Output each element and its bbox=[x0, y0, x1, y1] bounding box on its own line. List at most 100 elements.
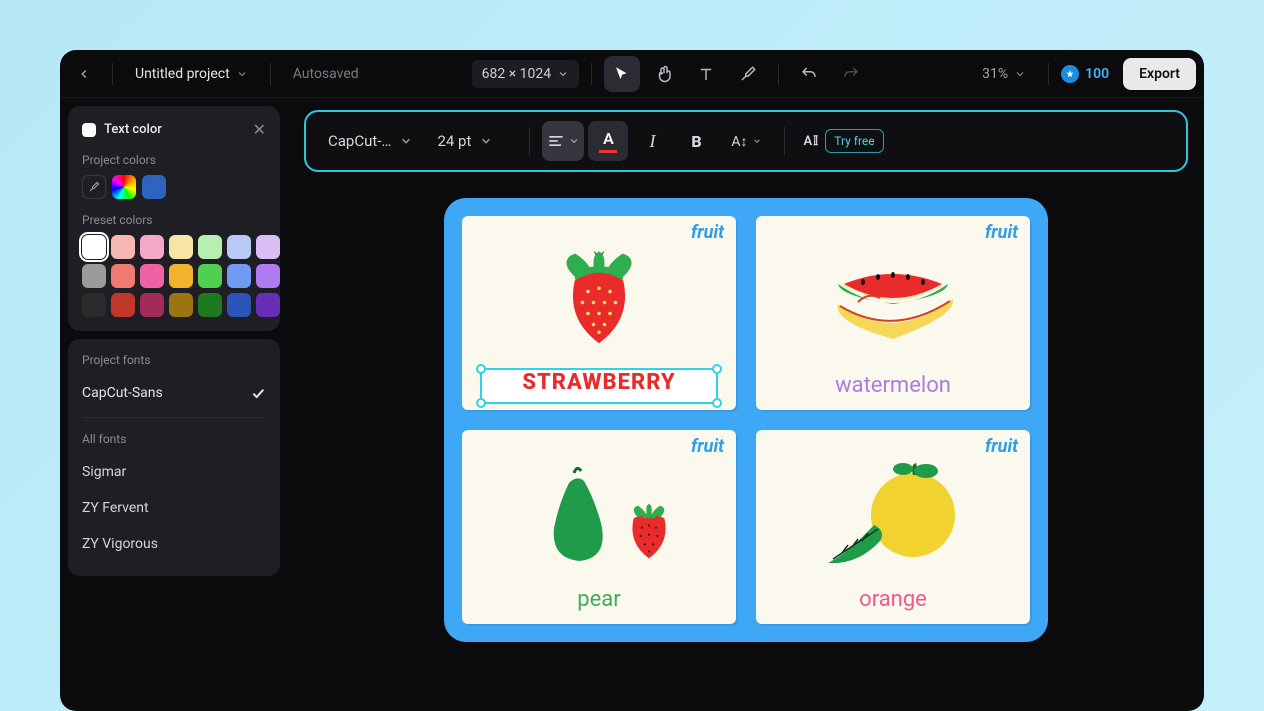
color-swatch[interactable] bbox=[227, 264, 251, 288]
color-swatch[interactable] bbox=[82, 293, 106, 317]
card-strawberry[interactable]: fruit bbox=[462, 216, 736, 410]
color-swatch[interactable] bbox=[111, 293, 135, 317]
close-icon[interactable]: ✕ bbox=[253, 120, 266, 139]
fonts-panel: Project fonts CapCut-Sans All fonts Sigm… bbox=[68, 339, 280, 576]
dimensions-dropdown[interactable]: 682 × 1024 bbox=[472, 60, 580, 88]
text-tool[interactable] bbox=[688, 56, 724, 92]
chevron-down-icon bbox=[399, 134, 413, 148]
project-fonts-label: Project fonts bbox=[82, 353, 266, 367]
separator bbox=[1048, 63, 1049, 85]
font-item[interactable]: ZY Fervent bbox=[82, 490, 266, 526]
watermelon-image bbox=[764, 224, 1022, 373]
font-size-dropdown[interactable]: 24 pt bbox=[427, 126, 517, 156]
redo-button[interactable] bbox=[833, 56, 869, 92]
color-swatch[interactable] bbox=[169, 264, 193, 288]
eyedropper-button[interactable] bbox=[82, 175, 106, 199]
text-toolbar: CapCut-… 24 pt A I bbox=[304, 110, 1188, 172]
color-swatch[interactable] bbox=[256, 264, 280, 288]
color-swatch[interactable] bbox=[198, 264, 222, 288]
eyedropper-tool[interactable] bbox=[730, 56, 766, 92]
project-color-blue[interactable] bbox=[142, 175, 166, 199]
color-swatch[interactable] bbox=[198, 235, 222, 259]
pear-text[interactable]: pear bbox=[470, 587, 728, 616]
color-bar bbox=[599, 150, 617, 153]
color-swatch[interactable] bbox=[82, 264, 106, 288]
resize-handle[interactable] bbox=[712, 398, 722, 408]
text-color-icon bbox=[82, 123, 96, 137]
font-item[interactable]: ZY Vigorous bbox=[82, 526, 266, 562]
chevron-down-icon bbox=[1014, 68, 1026, 80]
separator bbox=[112, 63, 113, 85]
artboard[interactable]: fruit bbox=[444, 198, 1048, 642]
color-swatch[interactable] bbox=[140, 293, 164, 317]
ai-button[interactable]: A𝕀 Try free bbox=[797, 121, 889, 161]
color-swatch[interactable] bbox=[169, 293, 193, 317]
card-pear[interactable]: fruit pear bbox=[462, 430, 736, 624]
preset-colors-label: Preset colors bbox=[82, 213, 266, 227]
orange-text[interactable]: orange bbox=[764, 587, 1022, 616]
undo-button[interactable] bbox=[791, 56, 827, 92]
fruit-tag: fruit bbox=[985, 436, 1018, 457]
watermelon-text[interactable]: watermelon bbox=[764, 373, 1022, 402]
selected-font-name: CapCut-Sans bbox=[82, 385, 163, 401]
align-dropdown[interactable] bbox=[542, 121, 584, 161]
color-swatch[interactable] bbox=[198, 293, 222, 317]
zoom-value: 31% bbox=[982, 66, 1008, 82]
color-swatch[interactable] bbox=[256, 293, 280, 317]
autosaved-label: Autosaved bbox=[283, 60, 369, 88]
ai-icon: A𝕀 bbox=[803, 134, 819, 149]
bold-button[interactable]: B bbox=[676, 121, 716, 161]
rainbow-picker[interactable] bbox=[112, 175, 136, 199]
canvas-area: CapCut-… 24 pt A I bbox=[288, 98, 1204, 711]
fruit-tag: fruit bbox=[691, 222, 724, 243]
pear-image bbox=[470, 438, 728, 587]
card-watermelon[interactable]: fruit watermelon bbox=[756, 216, 1030, 410]
card-orange[interactable]: fruit orange bbox=[756, 430, 1030, 624]
color-swatch[interactable] bbox=[227, 235, 251, 259]
credit-icon bbox=[1061, 65, 1079, 83]
color-swatch[interactable] bbox=[227, 293, 251, 317]
cursor-tool[interactable] bbox=[604, 56, 640, 92]
project-colors-label: Project colors bbox=[82, 153, 266, 167]
separator bbox=[591, 63, 592, 85]
text-case-dropdown[interactable]: A↕ bbox=[720, 121, 772, 161]
credits-value: 100 bbox=[1085, 66, 1109, 82]
dimensions-value: 682 × 1024 bbox=[482, 66, 552, 82]
fruit-tag: fruit bbox=[691, 436, 724, 457]
align-left-icon bbox=[546, 131, 566, 151]
color-swatch[interactable] bbox=[82, 235, 106, 259]
resize-handle[interactable] bbox=[476, 398, 486, 408]
color-swatch[interactable] bbox=[140, 264, 164, 288]
color-swatch[interactable] bbox=[169, 235, 193, 259]
selected-font-row[interactable]: CapCut-Sans bbox=[82, 375, 266, 411]
hand-tool[interactable] bbox=[646, 56, 682, 92]
color-swatch[interactable] bbox=[140, 235, 164, 259]
export-button[interactable]: Export bbox=[1123, 58, 1196, 90]
strawberry-text[interactable]: STRAWBERRY bbox=[470, 370, 728, 399]
separator bbox=[529, 127, 530, 155]
try-free-badge: Try free bbox=[825, 129, 883, 153]
body: Text color ✕ Project colors Preset color… bbox=[60, 98, 1204, 711]
italic-button[interactable]: I bbox=[632, 121, 672, 161]
color-swatch[interactable] bbox=[111, 235, 135, 259]
color-swatch[interactable] bbox=[256, 235, 280, 259]
preset-swatch-grid bbox=[82, 235, 266, 317]
back-button[interactable] bbox=[68, 58, 100, 90]
project-title-dropdown[interactable]: Untitled project bbox=[125, 60, 258, 88]
text-case-icon: A↕ bbox=[731, 133, 747, 150]
font-list: SigmarZY FerventZY Vigorous bbox=[82, 454, 266, 562]
all-fonts-label: All fonts bbox=[82, 432, 266, 446]
topbar: Untitled project Autosaved 682 × 1024 bbox=[60, 50, 1204, 98]
color-swatch[interactable] bbox=[111, 264, 135, 288]
separator bbox=[82, 417, 266, 418]
chevron-down-icon bbox=[236, 68, 248, 80]
zoom-dropdown[interactable]: 31% bbox=[972, 60, 1036, 88]
text-color-button[interactable]: A bbox=[588, 121, 628, 161]
chevron-down-icon bbox=[479, 134, 493, 148]
font-item[interactable]: Sigmar bbox=[82, 454, 266, 490]
separator bbox=[784, 127, 785, 155]
check-icon bbox=[250, 385, 266, 401]
font-dropdown[interactable]: CapCut-… bbox=[318, 126, 423, 156]
orange-image bbox=[764, 438, 1022, 587]
credits-display[interactable]: 100 bbox=[1061, 65, 1109, 83]
